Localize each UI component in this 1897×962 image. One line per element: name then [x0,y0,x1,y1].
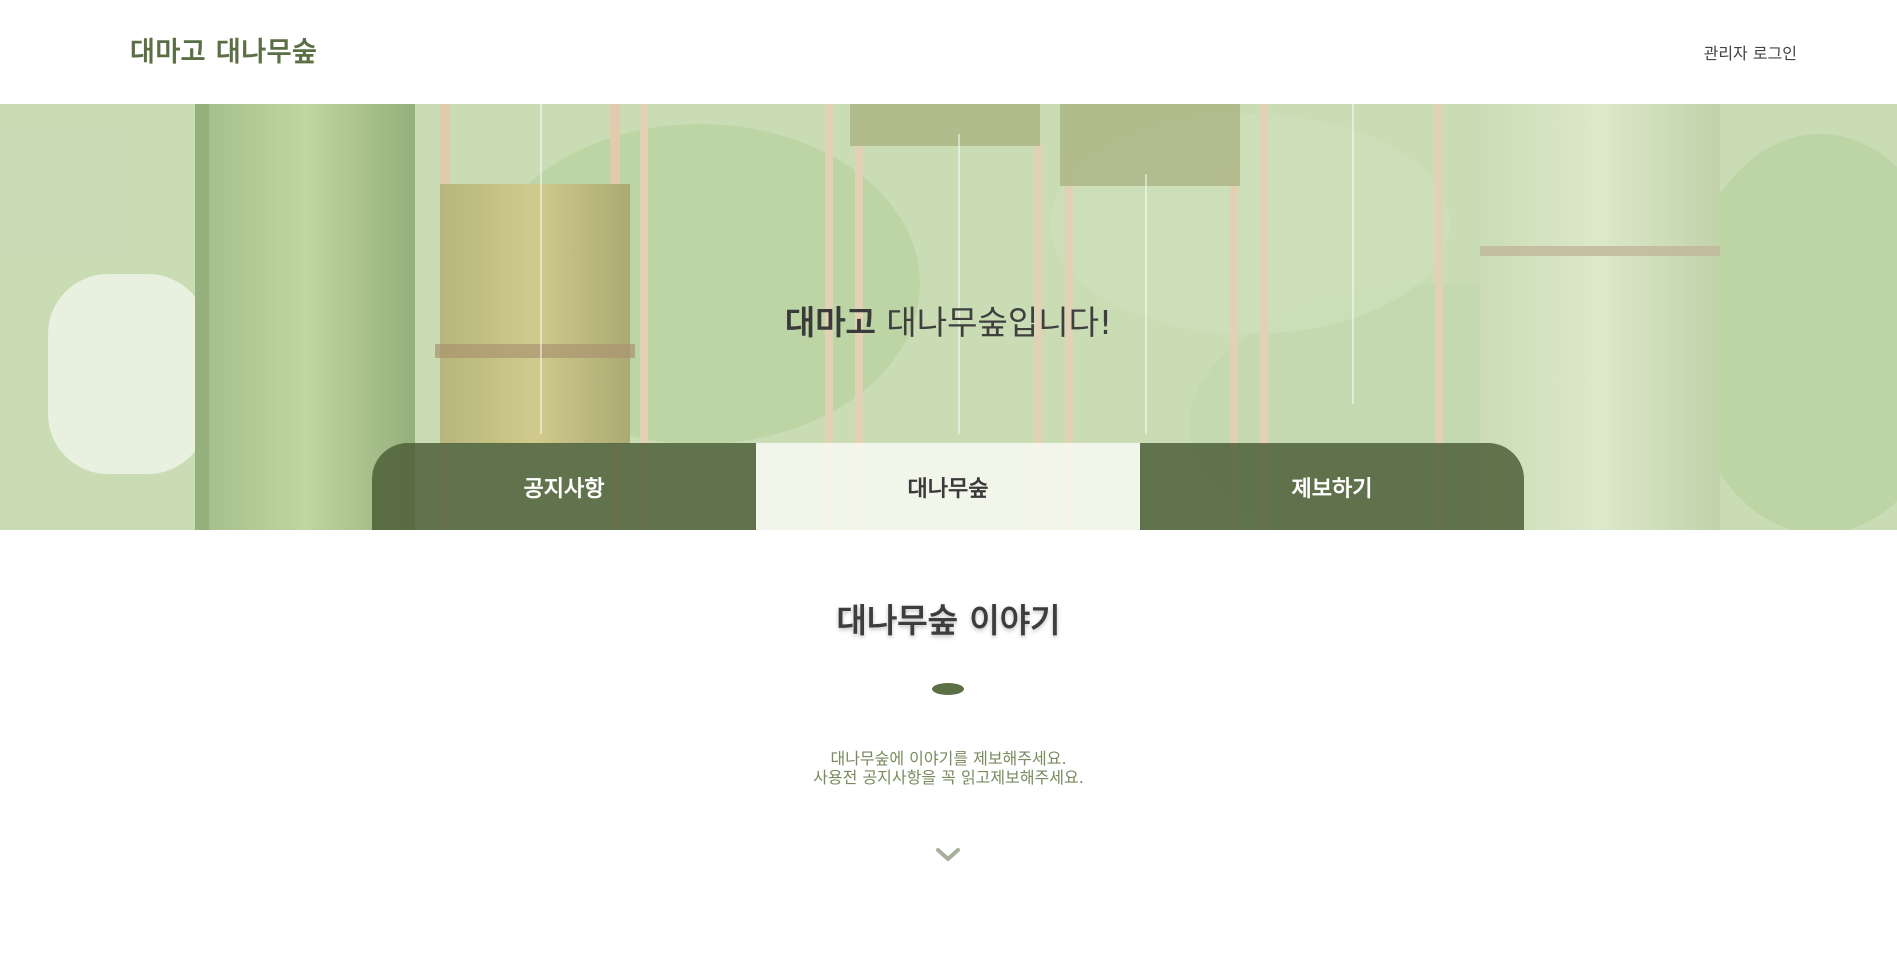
hero-title: 대마고 대나무숲입니다! [0,296,1897,344]
tab-notice[interactable]: 공지사항 [372,443,756,530]
hero-title-bold: 대마고 [784,303,876,342]
chevron-down-icon[interactable] [935,845,961,865]
section-title: 대나무숲 이야기 [836,601,1061,640]
hero-title-rest: 대나무숲입니다! [875,303,1113,342]
main-tabs: 공지사항 대나무숲 제보하기 [372,443,1524,530]
admin-login-link[interactable]: 관리자 로그인 [1704,40,1797,64]
hero-banner: 대마고 대나무숲입니다! 공지사항 대나무숲 제보하기 [0,104,1897,530]
tab-report[interactable]: 제보하기 [1140,443,1524,530]
section-description: 대나무숲에 이야기를 제보해주세요. 사용전 공지사항을 꼭 읽고제보해주세요. [0,749,1897,787]
description-line-1: 대나무숲에 이야기를 제보해주세요. [830,749,1067,768]
tab-bamboo-forest[interactable]: 대나무숲 [756,443,1140,530]
description-line-2: 사용전 공지사항을 꼭 읽고제보해주세요. [813,768,1084,787]
site-logo[interactable]: 대마고 대나무숲 [130,30,317,69]
site-header: 대마고 대나무숲 관리자 로그인 [0,0,1897,104]
section-divider [932,683,964,695]
